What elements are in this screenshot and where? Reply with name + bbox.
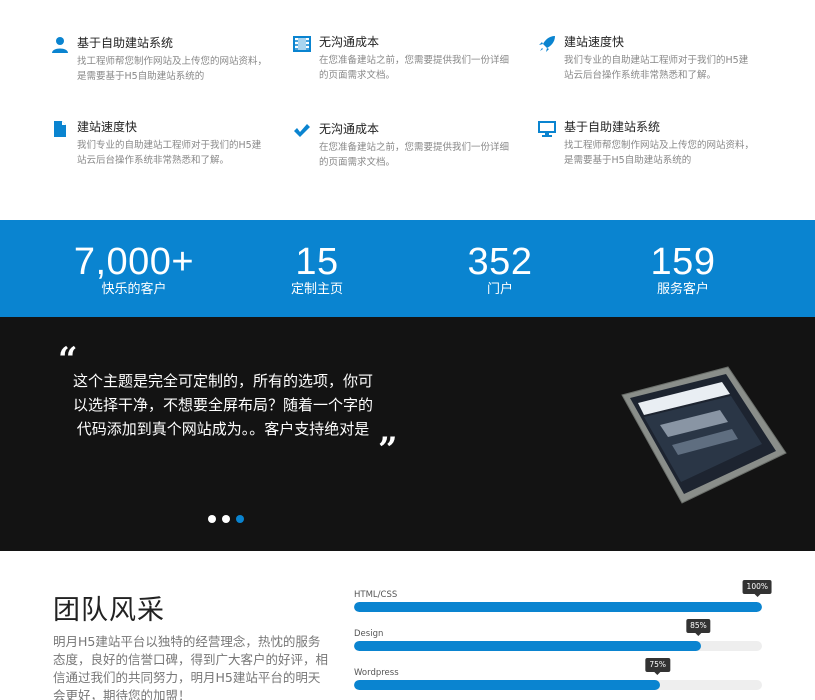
tablet-image — [621, 366, 787, 504]
feature-title: 建站速度快 — [77, 120, 138, 134]
skill-track — [354, 602, 762, 612]
monitor-icon — [538, 121, 556, 137]
user-icon — [52, 37, 68, 53]
stat-label: 服务客户 — [656, 282, 709, 297]
stat-value: 159 — [650, 241, 716, 283]
stats-band: 7,000+ 快乐的客户 15 定制主页 352 门户 159 服务客户 — [0, 220, 815, 317]
skill-track — [354, 641, 762, 651]
feature-desc: 我们专业的自助建站工程师对于我们的H5建站云后台操作系统非常熟悉和了解。 — [564, 55, 749, 81]
team-desc: 明月H5建站平台以独特的经营理念，热忱的服务态度，良好的信誉口碑，得到广大客户的… — [53, 634, 329, 700]
skill-track — [354, 680, 762, 690]
team-title: 团队风采 — [53, 595, 165, 626]
skill-name: Wordpress — [354, 668, 399, 678]
feature-desc: 找工程师帮您制作网站及上传您的网站资料，是需要基于H5自助建站系统的 — [564, 140, 755, 166]
skill-bar: Wordpress 75% — [354, 658, 762, 700]
film-icon — [293, 36, 311, 52]
stat-value: 15 — [295, 241, 339, 283]
stat-item: 352 门户 — [410, 240, 590, 298]
slider-dot-active[interactable] — [236, 515, 244, 523]
skill-percent-tooltip: 85% — [686, 619, 711, 636]
feature-title: 无沟通成本 — [319, 122, 380, 136]
stat-item: 15 定制主页 — [227, 240, 407, 298]
stat-item: 159 服务客户 — [593, 240, 773, 298]
stat-item: 7,000+ 快乐的客户 — [44, 240, 224, 298]
slider-dot[interactable] — [222, 515, 230, 523]
document-icon — [54, 121, 66, 137]
feature-title: 无沟通成本 — [319, 35, 380, 49]
slider-dot[interactable] — [208, 515, 216, 523]
skill-percent-tooltip: 100% — [742, 580, 772, 597]
stat-label: 快乐的客户 — [101, 282, 167, 297]
checkmark-icon — [294, 124, 310, 137]
feature-desc: 在您准备建站之前，您需要提供我们一份详细的页面需求文档。 — [319, 55, 510, 81]
testimonial-slider: “ 这个主题是完全可定制的，所有的选项，你可以选择干净，不想要全屏布局？随着一个… — [0, 317, 815, 551]
skill-bar: Design 85% — [354, 619, 762, 667]
feature-desc: 在您准备建站之前，您需要提供我们一份详细的页面需求文档。 — [319, 142, 510, 168]
feature-desc: 我们专业的自助建站工程师对于我们的H5建站云后台操作系统非常熟悉和了解。 — [77, 140, 262, 166]
stat-value: 352 — [467, 241, 533, 283]
stat-label: 门户 — [486, 282, 513, 297]
skill-name: HTML/CSS — [354, 590, 398, 600]
skill-fill — [354, 641, 701, 651]
close-quote-icon: ” — [378, 430, 398, 470]
rocket-icon — [539, 36, 555, 52]
skill-percent-tooltip: 75% — [645, 658, 670, 675]
stat-label: 定制主页 — [290, 282, 343, 297]
features-section: 基于自助建站系统 找工程师帮您制作网站及上传您的网站资料，是需要基于H5自助建站… — [0, 0, 815, 220]
stat-value: 7,000+ — [73, 241, 195, 283]
feature-title: 基于自助建站系统 — [77, 36, 174, 50]
feature-title: 建站速度快 — [564, 35, 625, 49]
skill-name: Design — [354, 629, 384, 639]
feature-title: 基于自助建站系统 — [564, 120, 661, 134]
skill-fill — [354, 680, 660, 690]
slider-dots — [208, 508, 250, 523]
feature-desc: 找工程师帮您制作网站及上传您的网站资料，是需要基于H5自助建站系统的 — [77, 56, 268, 82]
testimonial-text: 这个主题是完全可定制的，所有的选项，你可以选择干净，不想要全屏布局？随着一个字的… — [72, 372, 373, 438]
skill-fill — [354, 602, 762, 612]
